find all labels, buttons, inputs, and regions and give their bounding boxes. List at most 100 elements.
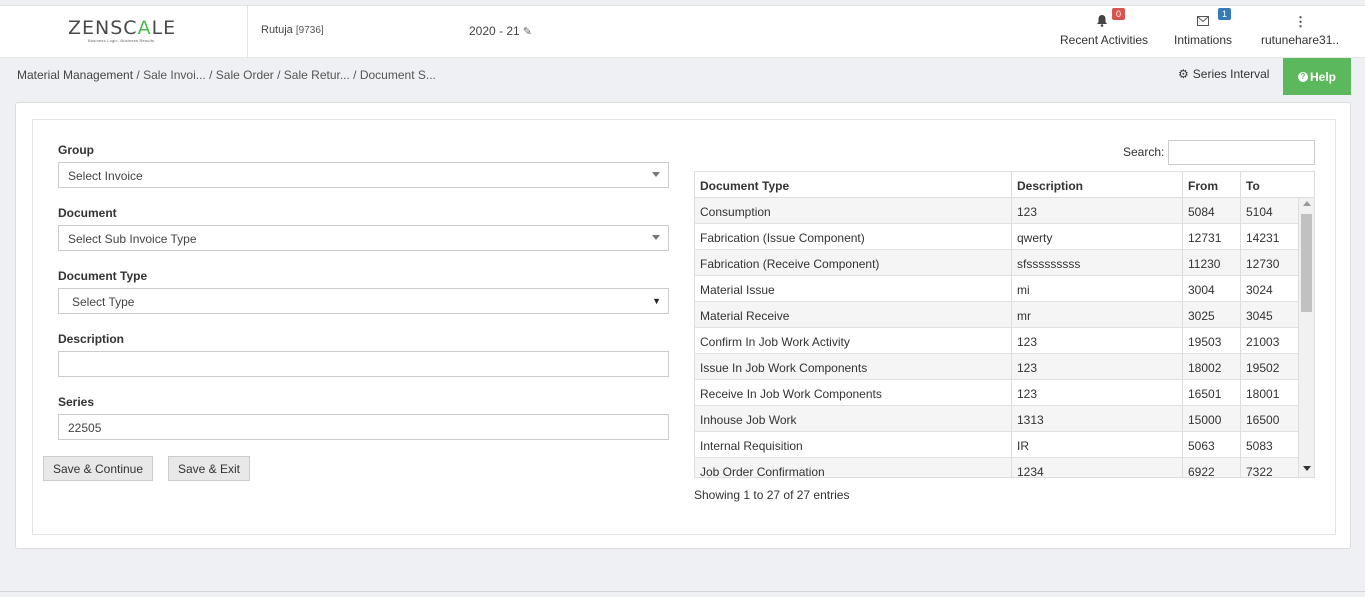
table-cell: Issue In Job Work Components: [700, 361, 868, 375]
series-input[interactable]: 22505: [58, 414, 669, 440]
table-cell: Inhouse Job Work: [700, 413, 797, 427]
table-cell: 5084: [1182, 198, 1240, 223]
table-cell: 18002: [1182, 354, 1240, 379]
table-cell: 5063: [1182, 432, 1240, 457]
table-body: Consumption 123 5084 5104 Fabrication (Issue…: [695, 198, 1298, 478]
series-label: Series: [58, 395, 95, 409]
current-user: Rutuja [9736]: [261, 24, 324, 36]
table-row[interactable]: Inhouse Job Work 1313 15000 16500: [695, 406, 1298, 432]
table-cell: 1234: [1011, 458, 1182, 477]
table-cell: 21003: [1240, 328, 1298, 353]
table-cell: 16500: [1240, 406, 1298, 431]
document-type-select[interactable]: Select Type ▼: [58, 288, 669, 314]
table-row[interactable]: Job Order Confirmation 1234 6922 7322: [695, 458, 1298, 478]
table-cell: 19503: [1182, 328, 1240, 353]
group-label: Group: [58, 143, 94, 157]
question-icon: ?: [1297, 71, 1308, 82]
table-cell: 123: [1011, 380, 1182, 405]
breadcrumb-trail[interactable]: / Sale Invoi... / Sale Order / Sale Retu…: [133, 68, 435, 82]
table-row[interactable]: Consumption 123 5084 5104: [695, 198, 1298, 224]
table-cell: 15000: [1182, 406, 1240, 431]
table-cell: 7322: [1240, 458, 1298, 477]
description-input[interactable]: [58, 351, 669, 377]
column-header-to[interactable]: To: [1240, 172, 1314, 197]
recent-activities-nav[interactable]: 0 Recent Activities: [1058, 6, 1148, 58]
document-label: Document: [58, 206, 117, 220]
table-cell: mr: [1011, 302, 1182, 327]
table-cell: 5083: [1240, 432, 1298, 457]
logo-tagline: Business Logic, Business Results: [88, 38, 155, 43]
table-row[interactable]: Confirm In Job Work Activity 123 19503 2100…: [695, 328, 1298, 354]
series-table: Document Type Description From To Consum…: [694, 171, 1315, 478]
table-cell: 19502: [1240, 354, 1298, 379]
top-bar: ZENSCALE Business Logic, Business Result…: [0, 5, 1365, 58]
table-row[interactable]: Receive In Job Work Components 123 16501 18…: [695, 380, 1298, 406]
help-button[interactable]: ? Help: [1283, 58, 1351, 95]
fiscal-year[interactable]: 2020 - 21 ✎: [469, 24, 532, 38]
table-cell: Fabrication (Issue Component): [700, 231, 865, 245]
table-cell: Internal Requisition: [700, 439, 803, 453]
column-header-from[interactable]: From: [1182, 172, 1240, 197]
account-menu[interactable]: ⋮ rutunehare31..: [1257, 6, 1341, 58]
table-row[interactable]: Material Receive mr 3025 3045: [695, 302, 1298, 328]
intimations-badge: 1: [1218, 8, 1232, 20]
table-header: Document Type Description From To: [695, 172, 1314, 198]
company-logo[interactable]: ZENSCALE: [68, 17, 176, 39]
table-row[interactable]: Issue In Job Work Components 123 18002 1950…: [695, 354, 1298, 380]
table-cell: Receive In Job Work Components: [700, 387, 882, 401]
table-cell: Consumption: [700, 205, 771, 219]
search-input[interactable]: [1168, 140, 1315, 165]
series-interval-link[interactable]: ⚙ Series Interval: [1178, 67, 1269, 81]
table-cell: Job Order Confirmation: [700, 465, 825, 478]
table-cell: 12730: [1240, 250, 1298, 275]
logo-cell: ZENSCALE Business Logic, Business Result…: [0, 6, 248, 58]
table-cell: 3025: [1182, 302, 1240, 327]
scroll-up-icon[interactable]: [1303, 201, 1311, 206]
entries-info: Showing 1 to 27 of 27 entries: [694, 488, 850, 502]
chevron-down-icon: [652, 172, 660, 177]
intimations-label: Intimations: [1174, 33, 1233, 47]
account-label: rutunehare31..: [1261, 33, 1340, 47]
vertical-dots-icon: ⋮: [1294, 14, 1307, 29]
group-select[interactable]: Select Invoice: [58, 162, 669, 188]
table-row[interactable]: Material Issue mi 3004 3024: [695, 276, 1298, 302]
edit-icon[interactable]: ✎: [523, 25, 532, 38]
table-row[interactable]: Fabrication (Issue Component) qwerty 12731…: [695, 224, 1298, 250]
scroll-down-icon[interactable]: [1303, 466, 1311, 471]
table-cell: Material Issue: [700, 283, 775, 297]
search-label: Search:: [1123, 145, 1165, 159]
table-cell: 1313: [1011, 406, 1182, 431]
breadcrumb: Material Management / Sale Invoi... / Sa…: [17, 68, 436, 82]
recent-activities-label: Recent Activities: [1060, 33, 1149, 47]
table-cell: 123: [1011, 354, 1182, 379]
gear-icon: ⚙: [1178, 67, 1189, 81]
table-cell: 3045: [1240, 302, 1298, 327]
save-exit-button[interactable]: Save & Exit: [168, 456, 250, 481]
table-cell: 3004: [1182, 276, 1240, 301]
table-cell: Material Receive: [700, 309, 790, 323]
save-continue-button[interactable]: Save & Continue: [43, 456, 153, 481]
scroll-thumb[interactable]: [1301, 214, 1312, 312]
table-cell: 123: [1011, 198, 1182, 223]
form-container: Group Select Invoice Document Select Sub…: [32, 119, 1336, 535]
table-row[interactable]: Fabrication (Receive Component) sfsssssss…: [695, 250, 1298, 276]
table-scrollbar[interactable]: [1298, 198, 1314, 477]
table-cell: Fabrication (Receive Component): [700, 257, 880, 271]
document-select[interactable]: Select Sub Invoice Type: [58, 225, 669, 251]
table-cell: 11230: [1182, 250, 1240, 275]
intimations-nav[interactable]: 1 Intimations: [1170, 6, 1238, 58]
table-cell: 3024: [1240, 276, 1298, 301]
envelope-icon: [1197, 16, 1209, 26]
table-cell: 6922: [1182, 458, 1240, 477]
chevron-down-icon: ▼: [652, 296, 661, 306]
table-cell: 18001: [1240, 380, 1298, 405]
column-header-document-type[interactable]: Document Type: [695, 172, 1011, 197]
breadcrumb-root[interactable]: Material Management: [17, 68, 133, 82]
table-cell: Confirm In Job Work Activity: [700, 335, 850, 349]
description-label: Description: [58, 332, 125, 346]
table-cell: sfsssssssss: [1011, 250, 1182, 275]
table-row[interactable]: Internal Requisition IR 5063 5083: [695, 432, 1298, 458]
bell-icon: [1097, 15, 1107, 27]
column-header-description[interactable]: Description: [1011, 172, 1182, 197]
table-cell: mi: [1011, 276, 1182, 301]
